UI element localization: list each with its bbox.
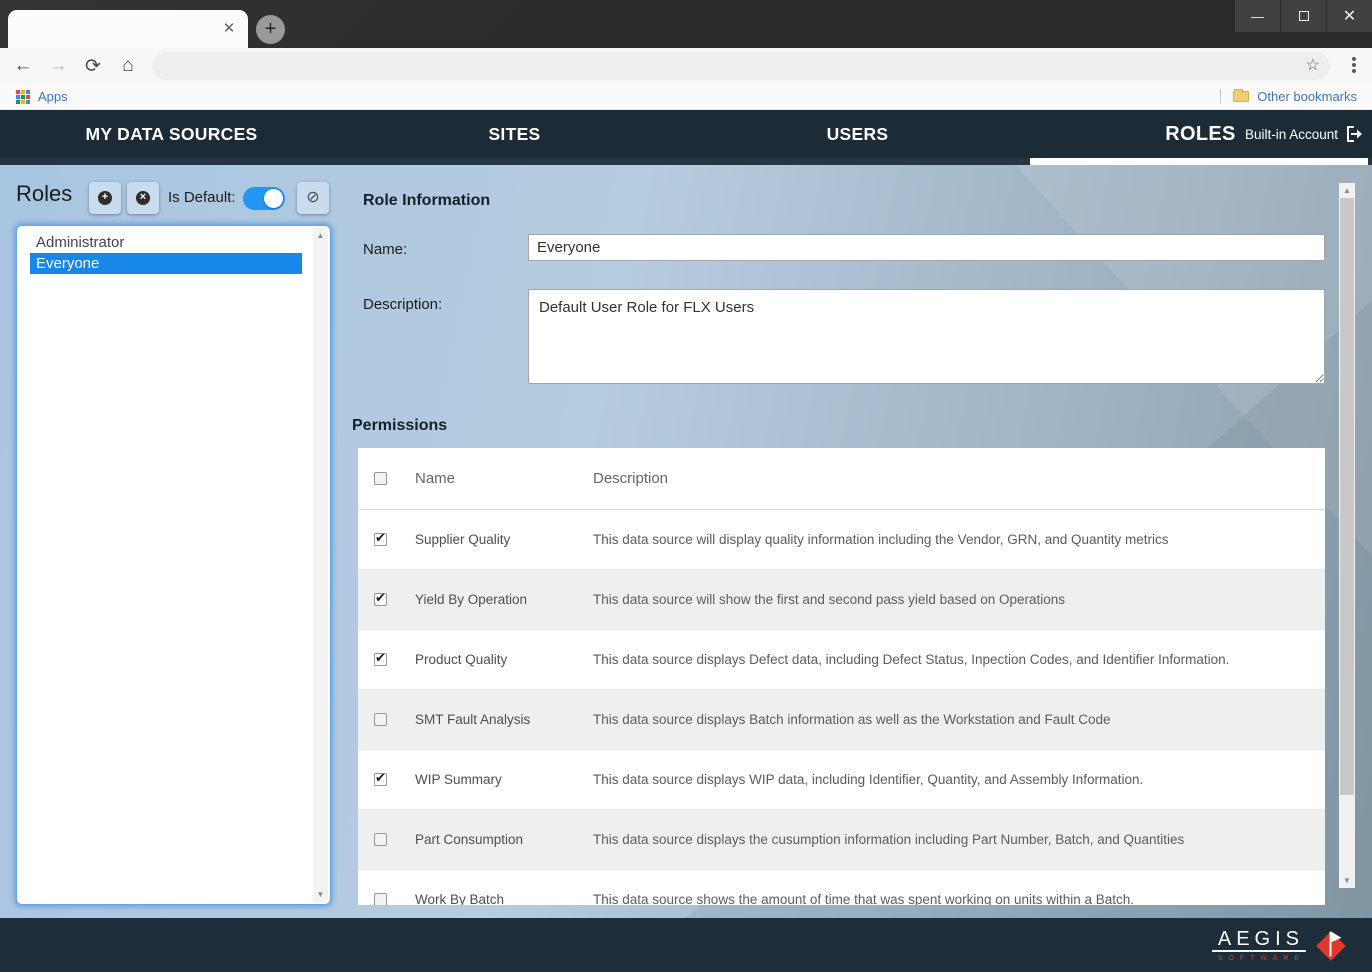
reload-icon[interactable]: ⟳ — [81, 55, 105, 78]
x-circle-icon: × — [136, 191, 150, 205]
is-default-label: Is Default: — [168, 189, 236, 206]
permission-checkbox[interactable] — [374, 893, 387, 905]
role-list-item[interactable]: Administrator — [30, 232, 302, 253]
logout-icon[interactable] — [1346, 126, 1364, 142]
is-default-toggle[interactable] — [243, 187, 285, 210]
role-information-heading: Role Information — [363, 192, 490, 210]
description-column-header: Description — [593, 470, 1325, 487]
permission-description: This data source will show the first and… — [593, 592, 1325, 607]
permission-checkbox[interactable] — [374, 593, 387, 606]
page-scrollbar[interactable]: ▲ ▼ — [1339, 183, 1355, 888]
footer-bar: AEGIS SOFTWARE — [0, 918, 1372, 972]
minimize-button[interactable]: — — [1234, 0, 1280, 32]
permission-checkbox[interactable] — [374, 713, 387, 726]
folder-icon — [1233, 91, 1249, 102]
permission-name: Supplier Quality — [415, 532, 593, 547]
permission-name: SMT Fault Analysis — [415, 712, 593, 727]
permissions-table-header: Name Description — [358, 448, 1325, 510]
select-all-checkbox[interactable] — [374, 472, 387, 485]
scroll-up-icon[interactable]: ▲ — [313, 231, 328, 240]
permission-row[interactable]: Part Consumption This data source displa… — [358, 810, 1325, 870]
toggle-knob — [264, 189, 283, 208]
roles-list: Administrator Everyone — [30, 232, 302, 274]
permission-checkbox[interactable] — [374, 533, 387, 546]
aegis-logo: AEGIS SOFTWARE — [1212, 925, 1350, 965]
close-button[interactable]: ✕ — [1326, 0, 1372, 32]
scroll-down-icon[interactable]: ▼ — [313, 890, 328, 899]
permission-description: This data source displays Batch informat… — [593, 712, 1325, 727]
browser-titlebar: ✕ + — ✕ — [0, 0, 1372, 48]
nav-underline-strip — [0, 158, 1372, 165]
page-scroll-up-icon[interactable]: ▲ — [1339, 186, 1355, 195]
brand-name: AEGIS — [1212, 929, 1306, 952]
permissions-rows: Supplier Quality This data source will d… — [358, 510, 1325, 905]
permission-checkbox[interactable] — [374, 773, 387, 786]
role-description-input[interactable]: Default User Role for FLX Users — [528, 289, 1325, 384]
delete-role-button[interactable]: × — [127, 182, 159, 214]
cancel-circle-icon: ⊘ — [306, 190, 319, 206]
description-label: Description: — [363, 296, 442, 313]
nav-tab[interactable]: MY DATA SOURCES — [0, 110, 343, 158]
add-role-button[interactable]: + — [89, 182, 121, 214]
page-scroll-thumb[interactable] — [1340, 198, 1354, 795]
roles-list-scrollbar[interactable]: ▲ ▼ — [313, 228, 328, 902]
brand-subtitle: SOFTWARE — [1213, 955, 1305, 962]
permission-description: This data source shows the amount of tim… — [593, 892, 1325, 905]
permission-description: This data source displays WIP data, incl… — [593, 772, 1325, 787]
role-name-input[interactable] — [528, 234, 1325, 261]
name-label: Name: — [363, 241, 407, 258]
name-column-header: Name — [415, 470, 593, 487]
permission-row[interactable]: WIP Summary This data source displays WI… — [358, 750, 1325, 810]
main-content: Roles + × Is Default: ⊘ Administrator Ev… — [0, 165, 1372, 918]
app-nav-bar: MY DATA SOURCES SITES USERS ROLES — [0, 110, 1372, 158]
browser-menu-icon[interactable]: ••• — [1344, 57, 1364, 75]
new-tab-button[interactable]: + — [256, 15, 285, 44]
bookmark-star-icon[interactable]: ☆ — [1306, 55, 1320, 75]
forward-icon: → — [46, 55, 70, 77]
permission-name: Product Quality — [415, 652, 593, 667]
apps-shortcut[interactable]: Apps — [38, 89, 68, 104]
nav-tab[interactable]: SITES — [343, 110, 686, 158]
account-name: Built-in Account — [1245, 127, 1338, 142]
bookmarks-bar: Apps Other bookmarks — [0, 84, 1372, 110]
roles-listbox: Administrator Everyone ▲ ▼ — [16, 225, 331, 905]
permission-row[interactable]: Supplier Quality This data source will d… — [358, 510, 1325, 570]
permission-row[interactable]: Work By Batch This data source shows the… — [358, 870, 1325, 905]
permission-checkbox[interactable] — [374, 653, 387, 666]
permission-name: Work By Batch — [415, 892, 593, 905]
permissions-table: Name Description Supplier Quality This d… — [358, 448, 1325, 905]
apps-grid-icon[interactable] — [16, 90, 30, 104]
permissions-heading: Permissions — [352, 417, 447, 435]
back-icon[interactable]: ← — [11, 55, 35, 77]
permission-row[interactable]: Yield By Operation This data source will… — [358, 570, 1325, 630]
maximize-button[interactable] — [1280, 0, 1326, 32]
permission-row[interactable]: SMT Fault Analysis This data source disp… — [358, 690, 1325, 750]
roles-panel-title: Roles — [16, 181, 72, 207]
browser-tab[interactable]: ✕ — [8, 10, 248, 48]
tab-close-icon[interactable]: ✕ — [220, 20, 238, 38]
permission-description: This data source will display quality in… — [593, 532, 1325, 547]
account-area: Built-in Account — [1245, 110, 1364, 158]
permission-checkbox[interactable] — [374, 833, 387, 846]
bookmarks-separator — [1220, 89, 1221, 104]
aegis-flag-icon — [1312, 925, 1350, 965]
clear-selection-button[interactable]: ⊘ — [297, 182, 329, 214]
permission-description: This data source displays the cusumption… — [593, 832, 1325, 847]
permission-row[interactable]: Product Quality This data source display… — [358, 630, 1325, 690]
other-bookmarks-button[interactable]: Other bookmarks — [1257, 89, 1357, 104]
permission-name: Yield By Operation — [415, 592, 593, 607]
plus-circle-icon: + — [98, 191, 112, 205]
nav-tab[interactable]: USERS — [686, 110, 1029, 158]
home-icon[interactable]: ⌂ — [116, 55, 140, 77]
page-scroll-down-icon[interactable]: ▼ — [1339, 876, 1355, 885]
active-tab-underline — [1030, 158, 1368, 165]
permission-name: Part Consumption — [415, 832, 593, 847]
browser-toolbar: ← → ⟳ ⌂ ☆ ••• — [0, 48, 1372, 84]
window-controls: — ✕ — [1234, 0, 1372, 32]
role-list-item[interactable]: Everyone — [30, 253, 302, 274]
address-bar[interactable] — [152, 52, 1330, 80]
permission-name: WIP Summary — [415, 772, 593, 787]
permission-description: This data source displays Defect data, i… — [593, 652, 1325, 667]
